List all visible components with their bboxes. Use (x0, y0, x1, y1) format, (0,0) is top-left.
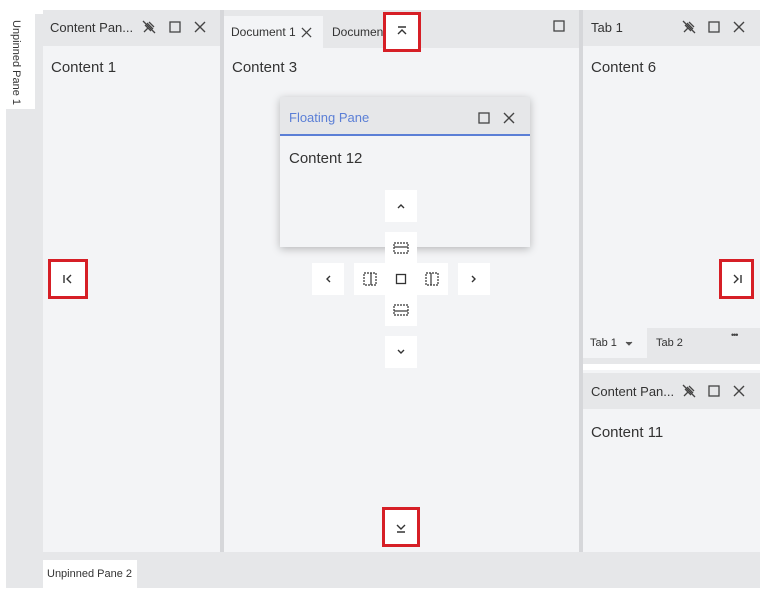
right-tab-2[interactable]: Tab 2 (650, 328, 692, 358)
document-tab-2[interactable]: Documen (324, 16, 384, 48)
chevron-down-icon[interactable] (623, 338, 635, 350)
close-icon[interactable] (298, 24, 314, 40)
document-tab-1[interactable]: Document 1 (224, 16, 323, 48)
bottom-unpinned-strip (43, 552, 760, 588)
dock-guide-inner-top-overlay[interactable] (385, 232, 417, 264)
right-bottom-content: Content 11 (591, 424, 664, 441)
dock-top-icon[interactable] (383, 12, 421, 52)
unpin-icon[interactable] (680, 382, 698, 400)
unpinned-pane-2-tab[interactable]: Unpinned Pane 2 (43, 560, 137, 588)
collapse-right-icon[interactable] (719, 259, 754, 299)
right-top-content: Content 6 (591, 59, 657, 76)
unpinned-pane-1-tab[interactable]: Unpinned Pane 1 (6, 14, 35, 109)
floating-maximize-icon[interactable] (475, 109, 493, 127)
dock-guide-left-button[interactable] (312, 263, 344, 295)
dock-guide-right-button[interactable] (458, 263, 490, 295)
close-icon[interactable] (730, 18, 748, 36)
right-tab-2-label: Tab 2 (656, 337, 683, 349)
close-icon[interactable] (191, 18, 209, 36)
more-icon[interactable]: ••• (731, 330, 739, 340)
unpinned-pane-1-label: Unpinned Pane 1 (10, 20, 22, 106)
document-maximize-icon[interactable] (550, 17, 568, 35)
dock-guide-inner-left-button[interactable] (354, 263, 386, 295)
unpin-icon[interactable] (680, 18, 698, 36)
dock-bottom-icon[interactable] (382, 507, 420, 547)
document-tab-2-label: Documen (332, 25, 384, 39)
maximize-icon[interactable] (166, 18, 184, 36)
right-tab-1-label: Tab 1 (590, 337, 617, 349)
left-pane-content: Content 1 (51, 59, 117, 76)
dock-guide-inner-right-button[interactable] (416, 263, 448, 295)
document-tab-1-label: Document 1 (231, 25, 296, 39)
maximize-icon[interactable] (705, 18, 723, 36)
dock-guide-inner-bottom-button[interactable] (385, 294, 417, 326)
right-bottom-title: Content Pan... (591, 384, 675, 399)
right-top-title: Tab 1 (591, 20, 623, 35)
dock-guide-center-button[interactable] (385, 263, 417, 295)
dock-guide-bottom-button[interactable] (385, 336, 417, 368)
document-content: Content 3 (232, 59, 298, 76)
unpin-icon[interactable] (140, 18, 158, 36)
floating-close-icon[interactable] (500, 109, 518, 127)
floating-pane-content: Content 12 (289, 150, 363, 167)
dock-guide-top-button-overlay[interactable] (385, 190, 417, 222)
left-pane-title: Content Pan... (50, 20, 134, 35)
close-icon[interactable] (730, 382, 748, 400)
collapse-left-icon[interactable] (48, 259, 88, 299)
maximize-icon[interactable] (705, 382, 723, 400)
unpinned-pane-2-label: Unpinned Pane 2 (47, 568, 133, 580)
floating-pane-title: Floating Pane (289, 110, 370, 125)
right-tab-1[interactable]: Tab 1 (583, 328, 647, 358)
